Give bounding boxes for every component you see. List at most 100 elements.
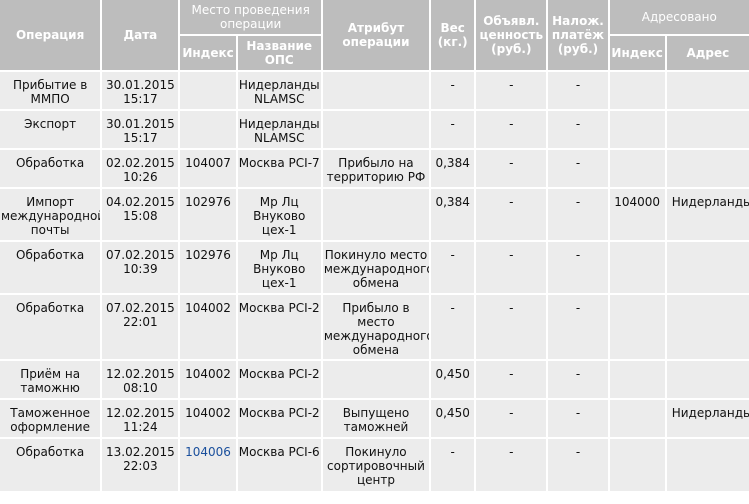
cell-cod: - (548, 72, 608, 109)
cell-index: 102976 (180, 242, 236, 293)
cell-date: 12.02.2015 08:10 (102, 361, 179, 398)
cell-cod: - (548, 439, 608, 491)
cell-weight: 0,450 (431, 400, 475, 437)
cell-weight: - (431, 242, 475, 293)
cell-ops: Москва PCI-6 (237, 439, 321, 491)
table-row: Обработка 02.02.2015 10:26 104007 Москва… (0, 150, 749, 187)
cell-cod: - (548, 189, 608, 240)
cell-weight: 0,450 (431, 361, 475, 398)
cell-cod: - (548, 242, 608, 293)
cell-index: 104002 (180, 295, 236, 359)
cell-value: - (476, 361, 547, 398)
col-address: Адрес (666, 36, 749, 70)
cell-cod: - (548, 111, 608, 148)
cell-value: - (476, 150, 547, 187)
cell-weight: - (431, 295, 475, 359)
cell-weight: 0,384 (431, 150, 475, 187)
cell-index: 104007 (180, 150, 236, 187)
cell-date: 07.02.2015 22:01 (102, 295, 179, 359)
cell-ops: Нидерланды NLAMSC (237, 111, 321, 148)
cell-index: 104002 (180, 361, 236, 398)
cell-operation: Прибытие в ММПО (0, 72, 101, 109)
col-index: Индекс (180, 36, 236, 70)
cell-operation: Импорт международной почты (0, 189, 101, 240)
table-row: Прибытие в ММПО 30.01.2015 15:17 Нидерла… (0, 72, 749, 109)
cell-operation: Приём на таможню (0, 361, 101, 398)
cell-weight: - (431, 439, 475, 491)
col-declared-value: Объявл. ценность (руб.) (476, 0, 547, 70)
table-row: Обработка 07.02.2015 22:01 104002 Москва… (0, 295, 749, 359)
cell-operation: Обработка (0, 150, 101, 187)
cell-addr-index (609, 150, 665, 187)
cell-address (666, 242, 749, 293)
cell-date: 12.02.2015 11:24 (102, 400, 179, 437)
col-weight: Вес (кг.) (431, 0, 475, 70)
cell-index (180, 72, 236, 109)
cell-address (666, 72, 749, 109)
cell-ops: Мр Лц Внуково цех-1 (237, 189, 321, 240)
cell-addr-index (609, 242, 665, 293)
cell-value: - (476, 111, 547, 148)
cell-value: - (476, 189, 547, 240)
cell-date: 07.02.2015 10:39 (102, 242, 179, 293)
cell-ops: Москва PCI-2 (237, 295, 321, 359)
cell-attribute (322, 72, 430, 109)
cell-value: - (476, 400, 547, 437)
col-date: Дата (102, 0, 179, 70)
cell-value: - (476, 439, 547, 491)
cell-cod: - (548, 150, 608, 187)
cell-attribute (322, 111, 430, 148)
cell-cod: - (548, 400, 608, 437)
table-row: Приём на таможню 12.02.2015 08:10 104002… (0, 361, 749, 398)
col-addr-index: Индекс (609, 36, 665, 70)
col-place-group: Место проведения операции (180, 0, 321, 34)
cell-addr-index: 104000 (609, 189, 665, 240)
cell-operation: Обработка (0, 242, 101, 293)
cell-operation: Обработка (0, 295, 101, 359)
tracking-table: Операция Дата Место проведения операции … (0, 0, 749, 493)
col-attribute: Атрибут операции (322, 0, 430, 70)
cell-index: 104002 (180, 400, 236, 437)
cell-date: 30.01.2015 15:17 (102, 111, 179, 148)
cell-ops: Москва PCI-2 (237, 400, 321, 437)
col-ops-name: Название ОПС (237, 36, 321, 70)
cell-ops: Москва PCI-2 (237, 361, 321, 398)
cell-attribute: Покинуло место международного обмена (322, 242, 430, 293)
cell-address (666, 295, 749, 359)
cell-weight: - (431, 72, 475, 109)
cell-attribute: Прибыло на территорию РФ (322, 150, 430, 187)
cell-address: Нидерланды (666, 400, 749, 437)
cell-addr-index (609, 72, 665, 109)
cell-date: 02.02.2015 10:26 (102, 150, 179, 187)
table-row: Таможенное оформление 12.02.2015 11:24 1… (0, 400, 749, 437)
cell-date: 13.02.2015 22:03 (102, 439, 179, 491)
cell-addr-index (609, 400, 665, 437)
cell-date: 04.02.2015 15:08 (102, 189, 179, 240)
cell-address (666, 439, 749, 491)
cell-ops: Москва PCI-7 (237, 150, 321, 187)
table-row: Обработка 13.02.2015 22:03 104006 Москва… (0, 439, 749, 491)
cell-cod: - (548, 295, 608, 359)
cell-addr-index (609, 439, 665, 491)
table-row: Экспорт 30.01.2015 15:17 Нидерланды NLAM… (0, 111, 749, 148)
cell-date: 30.01.2015 15:17 (102, 72, 179, 109)
cell-attribute (322, 189, 430, 240)
cell-value: - (476, 295, 547, 359)
cell-attribute: Выпущено таможней (322, 400, 430, 437)
col-operation: Операция (0, 0, 101, 70)
index-link[interactable]: 104006 (180, 439, 236, 491)
cell-index (180, 111, 236, 148)
cell-address (666, 361, 749, 398)
cell-weight: 0,384 (431, 189, 475, 240)
cell-operation: Обработка (0, 439, 101, 491)
cell-attribute: Прибыло в место международного обмена (322, 295, 430, 359)
cell-ops: Нидерланды NLAMSC (237, 72, 321, 109)
cell-operation: Экспорт (0, 111, 101, 148)
cell-weight: - (431, 111, 475, 148)
cell-ops: Мр Лц Внуково цех-1 (237, 242, 321, 293)
cell-address (666, 150, 749, 187)
cell-addr-index (609, 361, 665, 398)
cell-attribute: Покинуло сортировочный центр (322, 439, 430, 491)
cell-address (666, 111, 749, 148)
cell-value: - (476, 242, 547, 293)
